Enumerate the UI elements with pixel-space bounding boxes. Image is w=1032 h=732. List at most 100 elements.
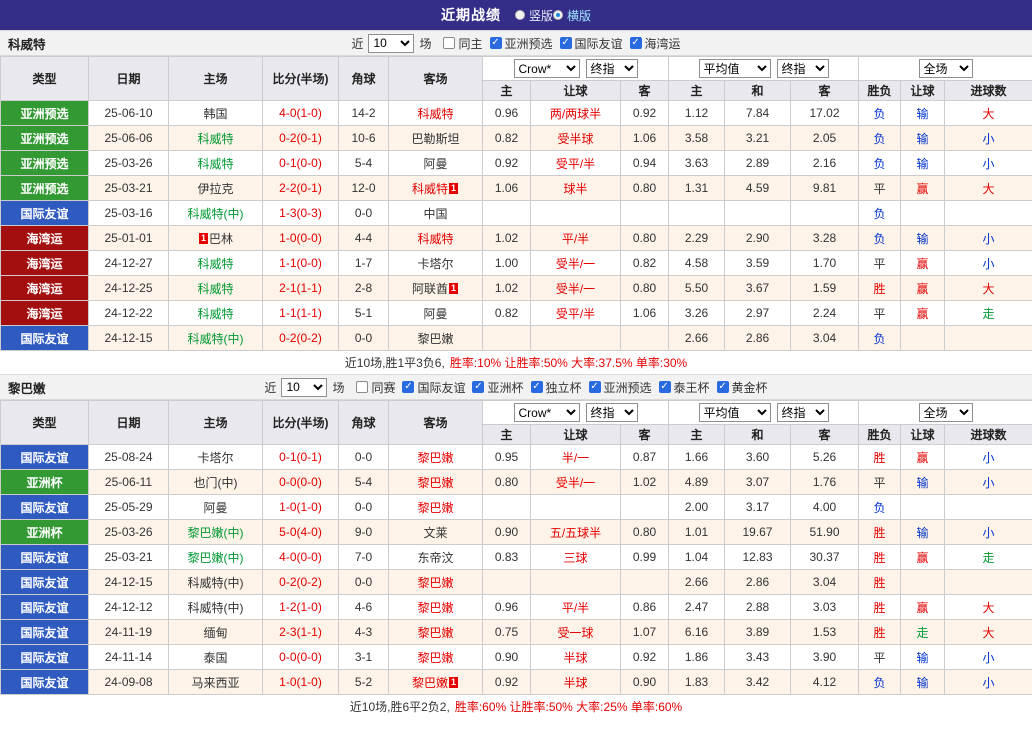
team-name: 科威特 [8, 37, 46, 52]
odds-stage-select[interactable]: 终指 [585, 403, 638, 422]
match-date: 24-12-15 [88, 325, 169, 351]
avg-home: 1.83 [668, 669, 726, 695]
bookmaker-select[interactable]: Crow* [513, 59, 580, 78]
odds-away: 1.06 [619, 125, 670, 151]
competition-type: 亚洲预选 [0, 125, 89, 151]
filter-checkbox[interactable]: ✓ 海湾运 [629, 35, 681, 52]
corners: 0-0 [338, 444, 389, 470]
result-goals: 小 [944, 519, 1032, 545]
radio-icon[interactable] [514, 10, 525, 20]
away-team: 文莱 [388, 519, 483, 545]
handicap: 受半/一 [530, 469, 621, 495]
match-date: 25-03-26 [88, 150, 169, 176]
avg-select[interactable]: 平均值 [698, 403, 771, 422]
match-row: 国际友谊 24-12-15 科威特(中) 0-2(0-2) 0-0 黎巴嫩 2.66 2.86… [0, 325, 1032, 351]
result-wdl: 胜 [858, 569, 902, 595]
filter-checkbox-label: 国际友谊 [417, 380, 466, 395]
page-title: 近期战绩 [440, 7, 501, 23]
handicap [530, 494, 621, 520]
handicap: 平/半 [530, 225, 621, 251]
home-team: 科威特 [168, 275, 263, 301]
bookmaker-select[interactable]: Crow* [513, 403, 580, 422]
filter-checkbox[interactable]: ✓ 亚洲预选 [489, 35, 553, 52]
competition-type: 国际友谊 [0, 594, 89, 620]
team-name-text: 巴林 [209, 231, 234, 246]
team-name-text: 黎巴嫩 [417, 625, 454, 640]
match-row: 国际友谊 24-11-14 泰国 0-0(0-0) 3-1 黎巴嫩 0.90 半球 0.92 1.… [0, 644, 1032, 670]
odds-home: 1.02 [482, 275, 531, 301]
filter-checkbox[interactable]: ✓ 泰王杯 [658, 379, 710, 396]
filter-checkbox[interactable]: ✓ 国际友谊 [402, 379, 465, 396]
layout-radio[interactable]: 竖版 [514, 7, 553, 24]
filter-checkbox[interactable]: ✓ 独立杯 [530, 379, 582, 396]
home-team: 科威特 [168, 150, 263, 176]
result-goals [944, 494, 1032, 520]
competition-type: 亚洲杯 [0, 469, 89, 495]
filter-checkbox[interactable]: ✓ 亚洲预选 [588, 379, 652, 396]
away-team: 黎巴嫩 [388, 494, 483, 520]
avg-select[interactable]: 平均值 [698, 59, 771, 78]
home-team: 科威特(中) [168, 200, 263, 226]
filter-checkbox[interactable]: ✓ 国际友谊 [559, 35, 623, 52]
avg-home: 1.31 [668, 175, 726, 201]
match-count-select[interactable]: 10 [281, 377, 328, 397]
avg-home: 2.29 [668, 225, 726, 251]
match-date: 25-08-24 [88, 444, 169, 470]
filter-checkbox[interactable]: 同赛 [356, 379, 395, 396]
filter-checkbox[interactable]: ✓ 亚洲杯 [472, 379, 524, 396]
odds-home: 0.95 [482, 444, 531, 470]
avg-home: 3.26 [668, 300, 726, 326]
filter-checkbox[interactable]: ✓ 黄金杯 [716, 379, 768, 396]
avg-draw [724, 200, 792, 226]
result-wdl: 胜 [858, 619, 902, 645]
avg-home: 2.66 [668, 569, 726, 595]
result-wdl: 平 [858, 175, 902, 201]
match-count-select[interactable]: 10 [368, 33, 415, 53]
home-team: 科威特(中) [168, 325, 263, 351]
avg-home: 5.50 [668, 275, 726, 301]
checkbox-checked-icon[interactable]: ✓ [472, 381, 485, 393]
match-row: 国际友谊 24-12-12 科威特(中) 1-2(1-0) 4-6 黎巴嫩 0.96 平/半 0… [0, 594, 1032, 620]
checkbox-checked-icon[interactable]: ✓ [588, 381, 601, 393]
odds-away: 0.92 [619, 100, 670, 126]
avg-home: 4.89 [668, 469, 726, 495]
radio-icon[interactable] [553, 10, 563, 20]
team-name-text: 科威特 [417, 231, 454, 246]
checkbox-checked-icon[interactable]: ✓ [402, 381, 415, 393]
result-wdl: 负 [858, 200, 902, 226]
result-goals: 小 [944, 644, 1032, 670]
odds-away: 0.90 [619, 669, 670, 695]
col-header: 主场 [168, 56, 263, 101]
layout-radio[interactable]: 横版 [553, 7, 591, 24]
checkbox-unchecked-icon[interactable] [443, 37, 456, 49]
odds-away: 0.80 [619, 275, 670, 301]
result-goals: 小 [944, 225, 1032, 251]
home-team: 缅甸 [168, 619, 263, 645]
result-handicap [900, 200, 946, 226]
avg-stage-select[interactable]: 终指 [776, 59, 829, 78]
avg-away: 4.00 [790, 494, 860, 520]
odds-stage-select[interactable]: 终指 [585, 59, 638, 78]
avg-away: 1.59 [790, 275, 860, 301]
result-goals: 大 [944, 275, 1032, 301]
checkbox-unchecked-icon[interactable] [356, 381, 369, 393]
checkbox-checked-icon[interactable]: ✓ [530, 381, 543, 393]
team-name-text: 阿曼 [423, 156, 448, 171]
checkbox-checked-icon[interactable]: ✓ [629, 37, 642, 49]
checkbox-checked-icon[interactable]: ✓ [559, 37, 572, 49]
odds-away [619, 200, 670, 226]
checkbox-checked-icon[interactable]: ✓ [658, 381, 671, 393]
odds-away [619, 325, 670, 351]
away-team: 黎巴嫩 [388, 569, 483, 595]
avg-stage-select[interactable]: 终指 [776, 403, 829, 422]
team-name-text: 也门(中) [193, 475, 238, 490]
scope-select[interactable]: 全场 [918, 59, 973, 78]
checkbox-checked-icon[interactable]: ✓ [489, 37, 502, 49]
team-section: 科威特 近 10 场 同主 ✓ 亚洲预选 ✓ 国际友谊 ✓ 海湾运 类型 日期 主场 比分(半场)… [0, 30, 1032, 374]
checkbox-checked-icon[interactable]: ✓ [716, 381, 729, 393]
result-goals: 小 [944, 250, 1032, 276]
scope-select[interactable]: 全场 [918, 403, 973, 422]
odds-home [482, 200, 531, 226]
filter-checkbox[interactable]: 同主 [443, 35, 483, 52]
near-label: 近 [351, 36, 364, 51]
